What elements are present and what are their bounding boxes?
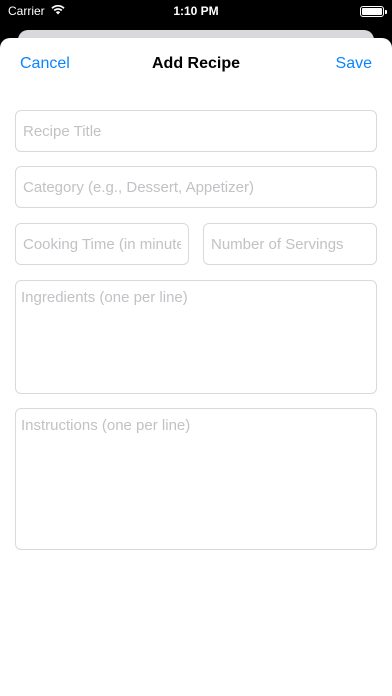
battery-icon [360,6,387,17]
add-recipe-sheet: Cancel Add Recipe Save [0,38,392,696]
instructions-field[interactable] [15,408,377,550]
recipe-title-field[interactable] [15,110,377,152]
category-field[interactable] [15,166,377,208]
navigation-bar: Cancel Add Recipe Save [0,38,392,92]
status-time: 1:10 PM [173,4,219,18]
status-right [360,6,387,17]
save-button[interactable]: Save [336,55,372,73]
cooking-time-field[interactable] [15,223,189,265]
page-title: Add Recipe [151,55,240,72]
status-bar: Carrier 1:10 PM [0,0,392,26]
servings-field[interactable] [203,223,377,265]
ingredients-field[interactable] [15,280,377,394]
